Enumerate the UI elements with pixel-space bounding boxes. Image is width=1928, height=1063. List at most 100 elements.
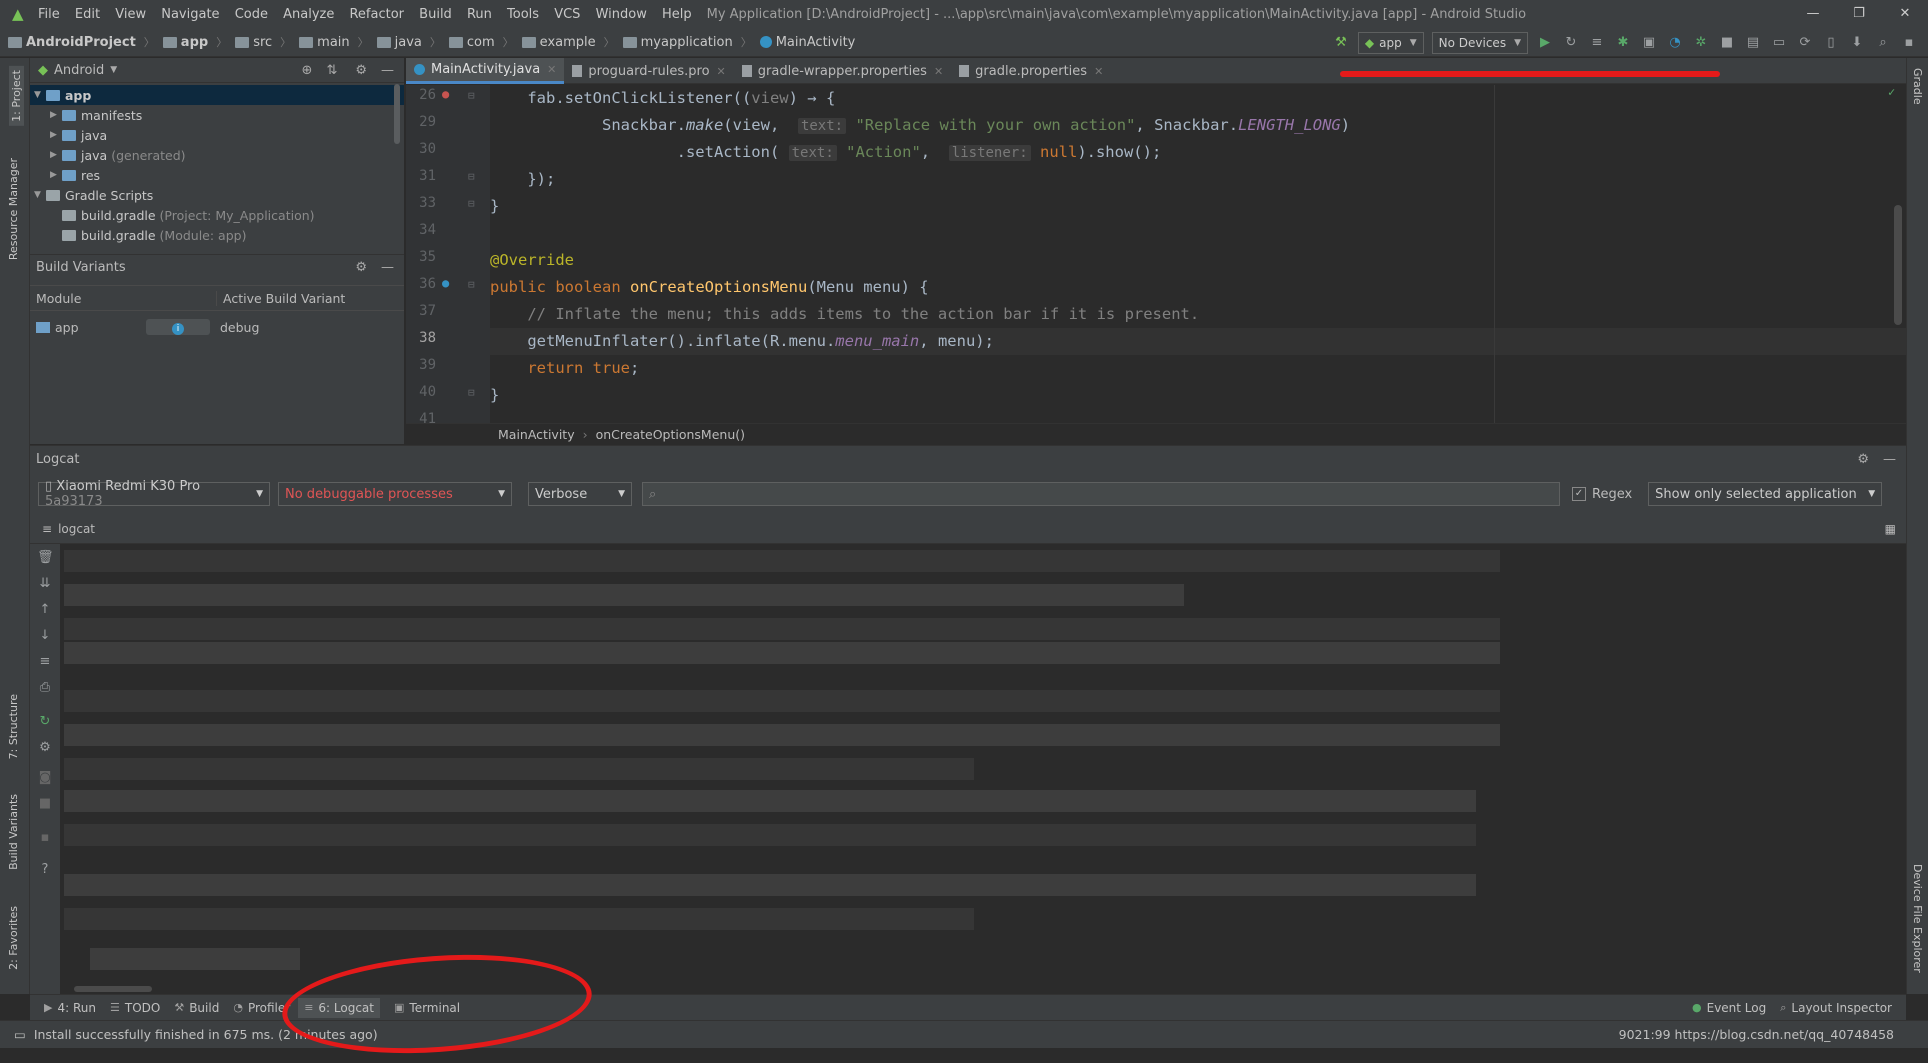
print-icon[interactable]: ⎙ [37, 680, 53, 695]
tree-item-build-gradle-project[interactable]: build.gradle (Project: My_Application) [30, 205, 404, 225]
apply-changes-icon[interactable]: ↻ [1558, 32, 1584, 54]
tab-gradle-properties[interactable]: gradle.properties ✕ [951, 58, 1111, 84]
device-select[interactable]: ▯ Xiaomi Redmi K30 Pro 5a93173 ▼ [38, 479, 270, 509]
implement-marker-icon[interactable]: ● [442, 276, 449, 290]
apply-code-changes-icon[interactable]: ≡ [1584, 32, 1610, 54]
device-select[interactable]: No Devices ▼ [1431, 31, 1528, 54]
gear-icon[interactable]: ⚙ [1857, 452, 1869, 467]
crumb-com[interactable]: com 〉 [448, 34, 514, 50]
minimize-icon[interactable]: — [1790, 0, 1836, 28]
locate-icon[interactable]: ⊕ [302, 63, 313, 78]
menu-analyze[interactable]: Analyze [283, 7, 334, 22]
tree-item-build-gradle-module[interactable]: build.gradle (Module: app) [30, 225, 404, 245]
chevron-down-icon[interactable]: ▼ [110, 65, 117, 75]
tree-item-app[interactable]: ▼ app [30, 85, 404, 105]
fold-icon[interactable]: ⊟ [468, 278, 475, 291]
arrow-up-icon[interactable]: ↑ [37, 602, 53, 617]
tab-project[interactable]: 1: Project [9, 66, 24, 126]
help-icon[interactable]: ? [37, 862, 53, 877]
crumb-src[interactable]: src 〉 [235, 34, 291, 50]
tree-item-java-generated[interactable]: ▶ java (generated) [30, 145, 404, 165]
arrow-down-icon[interactable]: ↓ [37, 628, 53, 643]
coverage-icon[interactable]: ▣ [1636, 32, 1662, 54]
fold-icon[interactable]: ⊟ [468, 170, 475, 183]
tab-favorites[interactable]: 2: Favorites [7, 906, 20, 970]
breadcrumb-class[interactable]: MainActivity [498, 427, 575, 442]
project-view-select[interactable]: Android [54, 63, 104, 78]
run-icon[interactable]: ▶ [1532, 32, 1558, 54]
trash-icon[interactable]: 🗑 [37, 550, 54, 565]
tab-build-variants[interactable]: Build Variants [7, 794, 20, 870]
tab-mainactivity[interactable]: MainActivity.java ✕ [406, 58, 565, 84]
gear-icon[interactable]: ⚙ [355, 260, 367, 275]
tree-item-java[interactable]: ▶ java [30, 125, 404, 145]
tab-layout-inspector[interactable]: ⌕ Layout Inspector [1780, 1001, 1892, 1015]
hide-icon[interactable]: — [381, 63, 394, 78]
gear-icon[interactable]: ⚙ [355, 63, 367, 78]
project-scrollbar[interactable] [394, 84, 400, 144]
close-icon[interactable]: ✕ [547, 63, 556, 76]
crumb-mainactivity[interactable]: MainActivity [759, 35, 855, 50]
tab-event-log[interactable]: ● Event Log [1692, 1001, 1766, 1015]
fold-icon[interactable]: ⊟ [468, 89, 475, 102]
profile-icon[interactable]: ◔ [1662, 32, 1688, 54]
menu-tools[interactable]: Tools [507, 7, 539, 22]
menu-build[interactable]: Build [419, 7, 452, 22]
restart-icon[interactable]: ↻ [37, 714, 53, 729]
soft-wrap-icon[interactable]: ≡ [37, 654, 53, 669]
close-icon[interactable]: ✕ [1882, 0, 1928, 28]
restore-icon[interactable]: ❐ [1836, 0, 1882, 28]
regex-checkbox[interactable]: ✓ [1572, 487, 1586, 501]
avd-manager-icon[interactable]: ▯ [1818, 32, 1844, 54]
screenshot-icon[interactable]: ◙ [37, 770, 53, 785]
close-icon[interactable]: ✕ [934, 65, 943, 78]
logcat-output[interactable] [60, 544, 1906, 994]
fold-icon[interactable]: ⊟ [468, 197, 475, 210]
run-config-select[interactable]: ◆ app ▼ [1357, 31, 1424, 54]
info-icon[interactable]: i [146, 319, 210, 335]
record-icon[interactable]: ■ [37, 796, 53, 811]
menu-code[interactable]: Code [235, 7, 268, 22]
tree-item-gradle-scripts[interactable]: ▼ Gradle Scripts [30, 185, 404, 205]
status-icon[interactable]: ▭ [14, 1027, 26, 1042]
scroll-to-end-icon[interactable]: ⇊ [37, 576, 53, 591]
tab-resource-manager[interactable]: Resource Manager [7, 158, 20, 260]
code-editor[interactable]: fab.setOnClickListener((view) → { Snackb… [490, 85, 1906, 423]
menu-window[interactable]: Window [596, 7, 647, 22]
tab-build[interactable]: ⚒ Build [174, 1001, 219, 1015]
layout-icon[interactable]: ▭ [1766, 32, 1792, 54]
gear-icon[interactable]: ⚙ [37, 740, 53, 755]
search-icon[interactable]: ⌕ [1870, 32, 1896, 54]
menu-vcs[interactable]: VCS [554, 7, 580, 22]
hide-icon[interactable]: — [1883, 452, 1896, 467]
crumb-app[interactable]: app 〉 [162, 34, 227, 50]
menu-run[interactable]: Run [467, 7, 492, 22]
tab-device-file-explorer[interactable]: Device File Explorer [1911, 864, 1924, 973]
tab-structure[interactable]: 7: Structure [7, 694, 20, 759]
project-structure-icon[interactable]: ▤ [1740, 32, 1766, 54]
menu-navigate[interactable]: Navigate [161, 7, 219, 22]
stop-icon[interactable]: ■ [1714, 32, 1740, 54]
table-row[interactable]: app i debug [30, 311, 404, 343]
crumb-main[interactable]: main 〉 [299, 34, 369, 50]
menu-refactor[interactable]: Refactor [349, 7, 404, 22]
process-select[interactable]: No debuggable processes ▼ [278, 482, 512, 506]
tree-item-res[interactable]: ▶ res [30, 165, 404, 185]
hide-icon[interactable]: — [381, 260, 394, 275]
variant-select[interactable]: debug [220, 320, 259, 335]
filter-select[interactable]: Show only selected application ▼ [1648, 482, 1883, 506]
menu-edit[interactable]: Edit [75, 7, 100, 22]
attach-debugger-icon[interactable]: ✲ [1688, 32, 1714, 54]
crumb-project[interactable]: AndroidProject 〉 [8, 34, 155, 50]
stop-icon[interactable]: ▪ [37, 830, 53, 845]
crumb-myapplication[interactable]: myapplication 〉 [622, 34, 752, 50]
logcat-subtab[interactable]: logcat [58, 522, 95, 536]
layout-icon[interactable]: ▦ [1885, 522, 1896, 536]
crumb-example[interactable]: example 〉 [521, 34, 615, 50]
fold-icon[interactable]: ⊟ [468, 386, 475, 399]
sync-gradle-icon[interactable]: ⟳ [1792, 32, 1818, 54]
hammer-icon[interactable]: ⚒ [1328, 32, 1354, 54]
override-marker-icon[interactable]: ● [442, 87, 449, 101]
close-icon[interactable]: ✕ [1094, 65, 1103, 78]
tab-todo[interactable]: ☰ TODO [110, 1001, 160, 1015]
